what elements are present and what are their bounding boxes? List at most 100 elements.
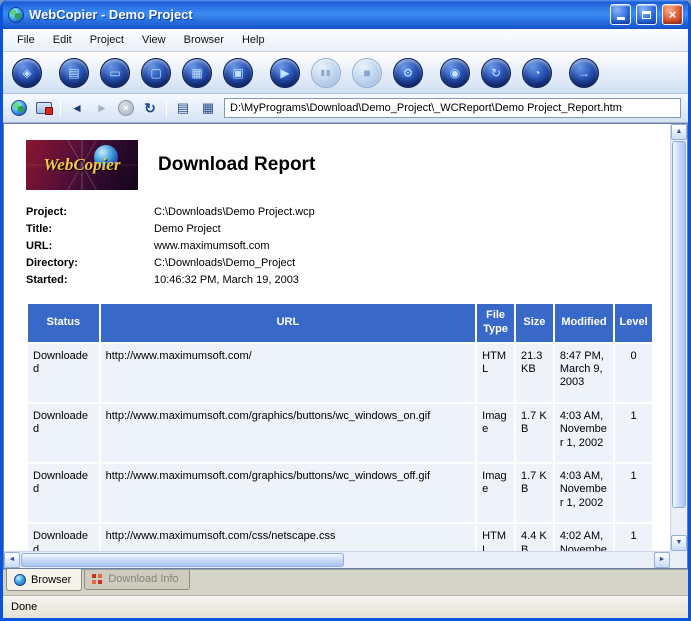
info-label: Directory: bbox=[26, 256, 78, 269]
table-row: Downloaded http://www.maximumsoft.com/gr… bbox=[28, 403, 652, 462]
info-label: URL: bbox=[26, 239, 53, 252]
table-header-row: Status URL File Type Size Modified Level bbox=[28, 304, 652, 342]
separator bbox=[166, 99, 167, 117]
menu-bar: File Edit Project View Browser Help bbox=[3, 29, 688, 52]
cell-modified: 4:03 AM, November 1, 2002 bbox=[554, 463, 614, 523]
maximize-button[interactable] bbox=[636, 4, 657, 25]
info-label: Title: bbox=[26, 222, 53, 235]
cell-size: 4.4 KB bbox=[515, 524, 553, 551]
cell-level: 1 bbox=[615, 524, 652, 551]
minimize-button[interactable] bbox=[610, 4, 631, 25]
cell-file-type: HTML bbox=[477, 343, 514, 402]
menu-help[interactable]: Help bbox=[233, 30, 274, 50]
forward-button[interactable]: ► bbox=[93, 99, 111, 117]
info-label: Started: bbox=[26, 273, 68, 286]
menu-project[interactable]: Project bbox=[81, 30, 133, 50]
cell-size: 1.7 KB bbox=[515, 463, 553, 523]
cell-status: Downloaded bbox=[28, 343, 99, 402]
view-source-button[interactable]: ▤ bbox=[174, 99, 192, 117]
main-toolbar: ◈ ▤ ▭ ▢ ▦ ▣ ▶ ▮▮ ■ ⚙ ◉ ↻ ◔ → bbox=[3, 52, 688, 94]
col-status: Status bbox=[28, 304, 99, 342]
cell-size: 1.7 KB bbox=[515, 403, 553, 462]
back-button[interactable]: ◄ bbox=[68, 99, 86, 117]
separator bbox=[60, 99, 61, 117]
cell-url: http://www.maximumsoft.com/graphics/butt… bbox=[100, 403, 476, 462]
vertical-scroll-thumb[interactable] bbox=[672, 141, 686, 509]
update-site-button[interactable]: ↻ bbox=[481, 57, 511, 88]
status-bar: Done bbox=[3, 595, 688, 618]
cell-status: Downloaded bbox=[28, 463, 99, 523]
cell-file-type: HTML bbox=[477, 524, 514, 551]
exit-button[interactable]: → bbox=[569, 57, 599, 88]
scroll-down-button[interactable]: ▼ bbox=[671, 535, 687, 551]
info-row: URL: www.maximumsoft.com bbox=[26, 237, 654, 254]
cell-url: http://www.maximumsoft.com/graphics/butt… bbox=[100, 463, 476, 523]
cell-file-type: Image bbox=[477, 463, 514, 523]
window-title: WebCopier - Demo Project bbox=[29, 7, 193, 22]
tab-browser[interactable]: Browser bbox=[6, 569, 83, 591]
stop-navigation-button[interactable]: × bbox=[118, 100, 134, 116]
menu-browser[interactable]: Browser bbox=[175, 30, 233, 50]
print-button[interactable]: ▣ bbox=[223, 57, 253, 88]
refresh-button[interactable]: ↻ bbox=[141, 99, 159, 117]
info-row: Directory: C:\Downloads\Demo_Project bbox=[26, 254, 654, 271]
horizontal-scroll-thumb[interactable] bbox=[21, 553, 345, 567]
maximize-icon bbox=[642, 10, 651, 19]
browse-site-button[interactable]: ◉ bbox=[440, 57, 470, 88]
cell-status: Downloaded bbox=[28, 403, 99, 462]
vertical-scroll-track[interactable] bbox=[671, 140, 687, 535]
online-globe-icon[interactable] bbox=[10, 99, 28, 117]
status-text: Done bbox=[11, 601, 38, 613]
settings-button[interactable]: ⚙ bbox=[393, 57, 423, 88]
cell-url: http://www.maximumsoft.com/css/netscape.… bbox=[100, 524, 476, 551]
save-project-button[interactable]: ▦ bbox=[182, 57, 212, 88]
monitor-icon bbox=[36, 102, 53, 115]
toolbar-group: ▤ ▭ ▢ ▦ ▣ bbox=[59, 57, 253, 88]
scroll-up-button[interactable]: ▲ bbox=[671, 124, 687, 140]
view-report-button[interactable]: ▦ bbox=[199, 99, 217, 117]
info-row: Title: Demo Project bbox=[26, 220, 654, 237]
cell-modified: 4:03 AM, November 1, 2002 bbox=[554, 403, 614, 462]
download-table: Status URL File Type Size Modified Level… bbox=[26, 302, 654, 551]
tab-download-info[interactable]: Download Info bbox=[84, 570, 190, 590]
info-value: www.maximumsoft.com bbox=[154, 239, 270, 252]
menu-edit[interactable]: Edit bbox=[44, 30, 81, 50]
toolbar-group: → bbox=[569, 57, 599, 88]
col-file-type: File Type bbox=[477, 304, 514, 342]
new-project-wizard-button[interactable]: ◈ bbox=[12, 57, 42, 88]
scroll-left-button[interactable]: ◄ bbox=[4, 552, 20, 568]
cell-modified: 8:47 PM, March 9, 2003 bbox=[554, 343, 614, 402]
browser-toolbar: ◄ ► × ↻ ▤ ▦ bbox=[3, 94, 688, 123]
table-row: Downloaded http://www.maximumsoft.com/gr… bbox=[28, 463, 652, 523]
pause-download-button[interactable]: ▮▮ bbox=[311, 57, 341, 88]
globe-icon bbox=[11, 100, 27, 116]
toolbar-group: ◉ ↻ ◔ bbox=[440, 57, 552, 88]
new-project-button[interactable]: ▤ bbox=[59, 57, 89, 88]
webcopier-logo: WebCopier bbox=[26, 140, 138, 190]
col-modified: Modified bbox=[554, 304, 614, 342]
tab-bar: Browser Download Info bbox=[3, 569, 688, 595]
project-info: Project: C:\Downloads\Demo Project.wcp T… bbox=[26, 203, 654, 288]
horizontal-scroll-track[interactable] bbox=[20, 552, 654, 568]
schedule-button[interactable]: ◔ bbox=[522, 57, 552, 88]
horizontal-scrollbar[interactable]: ◄ ► bbox=[4, 551, 670, 568]
tab-label: Download Info bbox=[108, 573, 179, 585]
start-download-button[interactable]: ▶ bbox=[270, 57, 300, 88]
info-row: Started: 10:46:32 PM, March 19, 2003 bbox=[26, 271, 654, 288]
menu-view[interactable]: View bbox=[133, 30, 175, 50]
scroll-right-button[interactable]: ► bbox=[654, 552, 670, 568]
work-offline-button[interactable] bbox=[35, 99, 53, 117]
scrollbar-corner bbox=[670, 551, 687, 568]
address-input[interactable] bbox=[224, 98, 681, 118]
menu-file[interactable]: File bbox=[8, 30, 44, 50]
info-row: Project: C:\Downloads\Demo Project.wcp bbox=[26, 203, 654, 220]
close-project-button[interactable]: ▢ bbox=[141, 57, 171, 88]
window-titlebar[interactable]: WebCopier - Demo Project × bbox=[3, 0, 688, 29]
close-button[interactable]: × bbox=[662, 4, 683, 25]
stop-download-button[interactable]: ■ bbox=[352, 57, 382, 88]
col-url: URL bbox=[100, 304, 476, 342]
info-label: Project: bbox=[26, 205, 67, 218]
vertical-scrollbar[interactable]: ▲ ▼ bbox=[670, 124, 687, 551]
open-project-button[interactable]: ▭ bbox=[100, 57, 130, 88]
info-value: 10:46:32 PM, March 19, 2003 bbox=[154, 273, 299, 286]
